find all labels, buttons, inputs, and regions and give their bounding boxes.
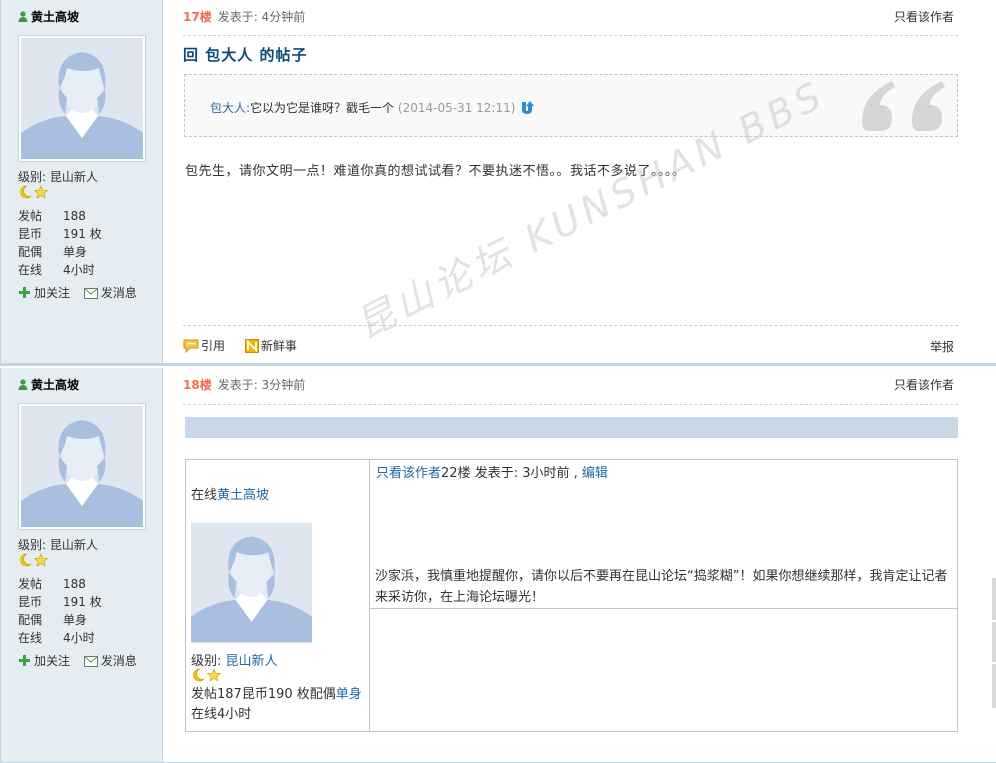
plus-icon — [19, 287, 30, 298]
quoted-stats: 发帖187昆币190 枚配偶单身在线4小时 — [191, 687, 362, 722]
quoted-body: 沙家浜，我慎重地提醒你，请你以后不要再在昆山论坛“捣浆糊”！如果你想继续那样，我… — [375, 569, 948, 605]
user-level: 级别: 昆山新人 — [18, 538, 98, 552]
quote-block: 包大人:它以为它是谁呀？戳毛一个 (2014-05-31 12:11) — [184, 74, 958, 137]
quote-header-bar — [185, 417, 958, 438]
floor-number[interactable]: 17楼 — [183, 10, 212, 24]
user-stats: 发帖 188 昆币 191 枚 配偶 单身 在线 4小时 — [18, 575, 102, 647]
quoted-author-link[interactable]: 黄土高坡 — [217, 488, 269, 503]
quoted-level-link[interactable]: 昆山新人 — [226, 654, 278, 669]
quoted-divider — [370, 608, 957, 609]
quoted-level-badges — [191, 668, 223, 685]
stat-coins: 昆币 191 枚 — [18, 227, 102, 241]
post-footer: 引用 新鲜事 — [183, 337, 313, 354]
quote-author[interactable]: 包大人: — [210, 101, 250, 115]
stat-spouse: 配偶 单身 — [18, 245, 88, 259]
post-meta: 17楼 发表于: 4分钟前 — [183, 8, 305, 25]
envelope-icon — [83, 656, 98, 667]
envelope-icon — [83, 288, 98, 299]
author-sidebar: 黄土高坡 级别: 昆山新人 发帖 188 昆币 191 枚 配偶 单身 在线 4… — [0, 368, 163, 762]
plus-icon — [19, 655, 30, 666]
post-time: 发表于: 4分钟前 — [217, 10, 306, 24]
quoted-spouse-link[interactable]: 单身 — [336, 687, 362, 702]
moon-star-icon — [20, 553, 49, 567]
quote-text: 包大人:它以为它是谁呀？戳毛一个 (2014-05-31 12:11) — [210, 99, 535, 116]
follow-button[interactable]: 加关注 — [18, 284, 70, 301]
quoted-edit-link[interactable]: 编辑 — [582, 466, 608, 481]
user-level: 级别: 昆山新人 — [18, 170, 98, 184]
quote-mark-icon — [862, 81, 945, 131]
stat-online: 在线 4小时 — [18, 631, 95, 645]
jump-to-post-icon[interactable] — [519, 100, 535, 116]
author-actions: 加关注 发消息 — [18, 652, 147, 669]
speech-bubble-icon — [183, 339, 199, 354]
scrollbar-track[interactable] — [992, 622, 996, 662]
news-icon — [244, 339, 259, 353]
avatar[interactable] — [18, 35, 146, 162]
level-badges — [18, 185, 50, 199]
post-content: 18楼 发表于: 3分钟前 只看该作者 在线黄土高坡 级别: 昆山新人 发帖18… — [163, 368, 996, 762]
post-meta: 18楼 发表于: 3分钟前 — [183, 376, 305, 393]
report-button[interactable]: 举报 — [930, 338, 954, 355]
quote-date: (2014-05-31 12:11) — [397, 101, 516, 115]
moon-star-icon — [20, 185, 49, 199]
message-button[interactable]: 发消息 — [83, 284, 137, 301]
author-actions: 加关注 发消息 — [18, 284, 147, 301]
stat-online: 在线 4小时 — [18, 263, 95, 277]
level-badges — [18, 553, 50, 567]
avatar-image — [21, 406, 143, 527]
scrollbar-track[interactable] — [992, 578, 996, 620]
author-name[interactable]: 黄土高坡 — [31, 378, 79, 392]
follow-button[interactable]: 加关注 — [18, 652, 70, 669]
cite-button[interactable]: 引用 — [183, 337, 225, 354]
user-stats: 发帖 188 昆币 191 枚 配偶 单身 在线 4小时 — [18, 207, 102, 279]
divider — [183, 325, 958, 326]
stat-posts: 发帖 188 — [18, 209, 86, 223]
author-name-row[interactable]: 黄土高坡 — [18, 8, 79, 25]
quoted-only-author-link[interactable]: 只看该作者 — [376, 466, 441, 481]
post-time: 发表于: 3分钟前 — [217, 378, 306, 392]
only-author-link[interactable]: 只看该作者 — [894, 376, 954, 393]
divider — [183, 35, 958, 36]
user-icon — [18, 379, 28, 390]
quoted-avatar[interactable] — [191, 522, 312, 643]
only-author-link[interactable]: 只看该作者 — [894, 8, 954, 25]
post-17: 黄土高坡 级别: 昆山新人 发帖 188 昆币 191 枚 配偶 单身 在线 4… — [0, 0, 996, 366]
stat-coins: 昆币 191 枚 — [18, 595, 102, 609]
author-name-row[interactable]: 黄土高坡 — [18, 376, 79, 393]
author-name[interactable]: 黄土高坡 — [31, 10, 79, 24]
avatar-image — [21, 38, 143, 159]
quoted-post-table: 在线黄土高坡 级别: 昆山新人 发帖187昆币190 枚配偶单身在线4小时 只看… — [185, 459, 958, 732]
scrollbar-track[interactable] — [992, 664, 996, 708]
stat-spouse: 配偶 单身 — [18, 613, 88, 627]
stat-posts: 发帖 188 — [18, 577, 86, 591]
quoted-online: 在线黄土高坡 — [191, 488, 270, 503]
quoted-author-column: 在线黄土高坡 级别: 昆山新人 发帖187昆币190 枚配偶单身在线4小时 — [186, 460, 370, 731]
user-icon — [18, 11, 28, 22]
moon-star-icon — [193, 668, 222, 682]
divider — [183, 404, 958, 405]
post-18: 黄土高坡 级别: 昆山新人 发帖 188 昆币 191 枚 配偶 单身 在线 4… — [0, 368, 996, 763]
quoted-level: 级别: 昆山新人 — [191, 654, 278, 669]
fresh-news-button[interactable]: 新鲜事 — [244, 337, 297, 354]
author-sidebar: 黄土高坡 级别: 昆山新人 发帖 188 昆币 191 枚 配偶 单身 在线 4… — [0, 0, 163, 363]
avatar[interactable] — [18, 403, 146, 530]
message-button[interactable]: 发消息 — [83, 652, 137, 669]
quote-content: 它以为它是谁呀？戳毛一个 — [250, 101, 395, 115]
post-title: 回 包大人 的帖子 — [183, 46, 308, 64]
quoted-header: 只看该作者22楼 发表于: 3小时前 , 编辑 — [376, 466, 608, 481]
floor-number[interactable]: 18楼 — [183, 378, 212, 392]
